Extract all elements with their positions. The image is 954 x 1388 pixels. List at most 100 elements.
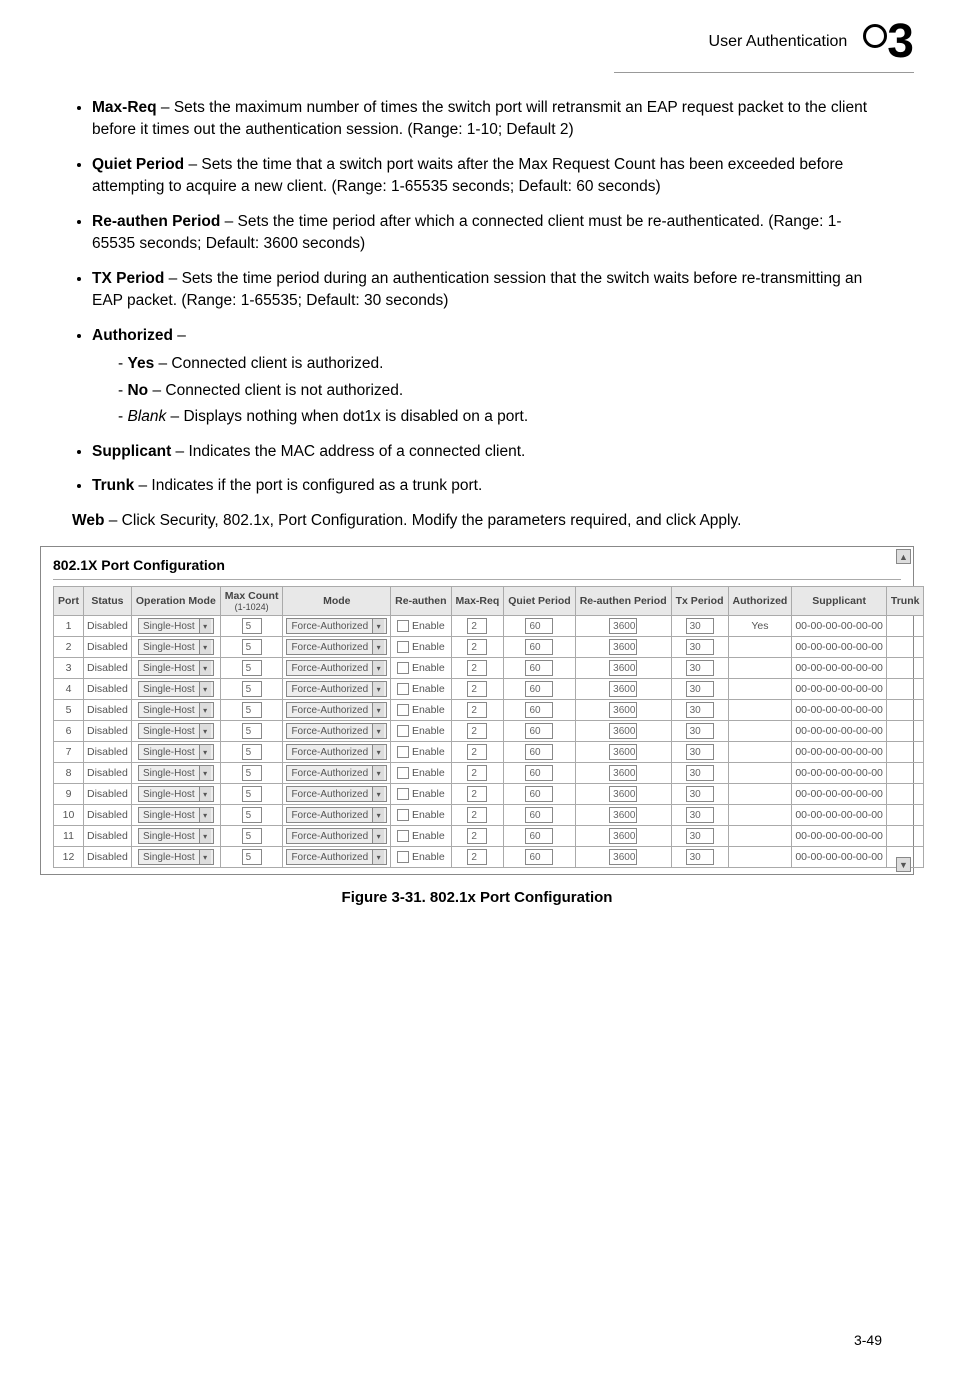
max-req-input[interactable]: 2 <box>467 702 487 718</box>
reauthen-checkbox[interactable] <box>397 662 409 674</box>
tx-period-input[interactable]: 30 <box>686 786 714 802</box>
max-count-input[interactable]: 5 <box>242 849 262 865</box>
reauthen-period-input[interactable]: 3600 <box>609 828 637 844</box>
quiet-period-input[interactable]: 60 <box>525 639 553 655</box>
reauthen-checkbox[interactable] <box>397 746 409 758</box>
reauthen-period-input[interactable]: 3600 <box>609 681 637 697</box>
max-req-input[interactable]: 2 <box>467 660 487 676</box>
max-count-input[interactable]: 5 <box>242 744 262 760</box>
reauthen-period-input[interactable]: 3600 <box>609 765 637 781</box>
operation-mode-select[interactable]: Single-Host▾ <box>138 828 214 844</box>
max-count-input[interactable]: 5 <box>242 828 262 844</box>
max-count-input[interactable]: 5 <box>242 723 262 739</box>
reauthen-period-input[interactable]: 3600 <box>609 660 637 676</box>
reauthen-checkbox[interactable] <box>397 830 409 842</box>
scroll-down-icon[interactable]: ▼ <box>896 857 911 872</box>
reauthen-period-input[interactable]: 3600 <box>609 702 637 718</box>
max-req-input[interactable]: 2 <box>467 786 487 802</box>
quiet-period-input[interactable]: 60 <box>525 849 553 865</box>
operation-mode-select[interactable]: Single-Host▾ <box>138 723 214 739</box>
reauthen-period-input[interactable]: 3600 <box>609 786 637 802</box>
max-req-input[interactable]: 2 <box>467 807 487 823</box>
operation-mode-select[interactable]: Single-Host▾ <box>138 807 214 823</box>
quiet-period-input[interactable]: 60 <box>525 723 553 739</box>
tx-period-input[interactable]: 30 <box>686 723 714 739</box>
mode-select[interactable]: Force-Authorized▾ <box>286 828 387 844</box>
max-count-input[interactable]: 5 <box>242 660 262 676</box>
mode-select[interactable]: Force-Authorized▾ <box>286 744 387 760</box>
max-req-input[interactable]: 2 <box>467 639 487 655</box>
column-header: Max Count(1-1024) <box>220 587 283 616</box>
tx-period-input[interactable]: 30 <box>686 744 714 760</box>
reauthen-checkbox[interactable] <box>397 641 409 653</box>
reauthen-checkbox[interactable] <box>397 851 409 863</box>
reauthen-period-input[interactable]: 3600 <box>609 849 637 865</box>
tx-period-input[interactable]: 30 <box>686 807 714 823</box>
operation-mode-select[interactable]: Single-Host▾ <box>138 681 214 697</box>
reauthen-period-input[interactable]: 3600 <box>609 723 637 739</box>
operation-mode-select[interactable]: Single-Host▾ <box>138 702 214 718</box>
max-count-input[interactable]: 5 <box>242 639 262 655</box>
mode-select[interactable]: Force-Authorized▾ <box>286 723 387 739</box>
max-count-input[interactable]: 5 <box>242 807 262 823</box>
tx-period-input[interactable]: 30 <box>686 681 714 697</box>
operation-mode-select[interactable]: Single-Host▾ <box>138 660 214 676</box>
mode-select[interactable]: Force-Authorized▾ <box>286 702 387 718</box>
reauthen-checkbox[interactable] <box>397 683 409 695</box>
max-req-input[interactable]: 2 <box>467 765 487 781</box>
operation-mode-select[interactable]: Single-Host▾ <box>138 618 214 634</box>
reauthen-period-input[interactable]: 3600 <box>609 744 637 760</box>
mode-select[interactable]: Force-Authorized▾ <box>286 639 387 655</box>
max-req-input[interactable]: 2 <box>467 618 487 634</box>
tx-period-input[interactable]: 30 <box>686 765 714 781</box>
quiet-period-input[interactable]: 60 <box>525 660 553 676</box>
max-count-input[interactable]: 5 <box>242 786 262 802</box>
max-count-input[interactable]: 5 <box>242 618 262 634</box>
quiet-period-input[interactable]: 60 <box>525 765 553 781</box>
quiet-period-input[interactable]: 60 <box>525 681 553 697</box>
operation-mode-select[interactable]: Single-Host▾ <box>138 765 214 781</box>
quiet-period-input[interactable]: 60 <box>525 828 553 844</box>
reauthen-checkbox[interactable] <box>397 767 409 779</box>
tx-period-input[interactable]: 30 <box>686 639 714 655</box>
quiet-period-input[interactable]: 60 <box>525 786 553 802</box>
tx-period-input[interactable]: 30 <box>686 702 714 718</box>
reauthen-checkbox[interactable] <box>397 788 409 800</box>
reauthen-checkbox[interactable] <box>397 809 409 821</box>
mode-select[interactable]: Force-Authorized▾ <box>286 765 387 781</box>
reauthen-checkbox[interactable] <box>397 704 409 716</box>
max-req-input[interactable]: 2 <box>467 849 487 865</box>
quiet-period-input[interactable]: 60 <box>525 807 553 823</box>
mode-select[interactable]: Force-Authorized▾ <box>286 660 387 676</box>
operation-mode-select[interactable]: Single-Host▾ <box>138 744 214 760</box>
mode-select[interactable]: Force-Authorized▾ <box>286 849 387 865</box>
scroll-up-icon[interactable]: ▲ <box>896 549 911 564</box>
max-count-input[interactable]: 5 <box>242 765 262 781</box>
tx-period-input[interactable]: 30 <box>686 660 714 676</box>
operation-mode-select[interactable]: Single-Host▾ <box>138 786 214 802</box>
max-count-input[interactable]: 5 <box>242 702 262 718</box>
reauthen-checkbox[interactable] <box>397 725 409 737</box>
tx-period-input[interactable]: 30 <box>686 849 714 865</box>
reauthen-period-input[interactable]: 3600 <box>609 618 637 634</box>
reauthen-period-input[interactable]: 3600 <box>609 807 637 823</box>
tx-period-input[interactable]: 30 <box>686 618 714 634</box>
column-header: Authorized <box>728 587 792 616</box>
mode-select[interactable]: Force-Authorized▾ <box>286 681 387 697</box>
reauthen-period-input[interactable]: 3600 <box>609 639 637 655</box>
mode-select[interactable]: Force-Authorized▾ <box>286 618 387 634</box>
operation-mode-select[interactable]: Single-Host▾ <box>138 849 214 865</box>
max-req-input[interactable]: 2 <box>467 681 487 697</box>
quiet-period-input[interactable]: 60 <box>525 618 553 634</box>
reauthen-checkbox[interactable] <box>397 620 409 632</box>
mode-select[interactable]: Force-Authorized▾ <box>286 807 387 823</box>
quiet-period-input[interactable]: 60 <box>525 744 553 760</box>
mode-select[interactable]: Force-Authorized▾ <box>286 786 387 802</box>
max-req-input[interactable]: 2 <box>467 828 487 844</box>
operation-mode-select[interactable]: Single-Host▾ <box>138 639 214 655</box>
max-count-input[interactable]: 5 <box>242 681 262 697</box>
max-req-input[interactable]: 2 <box>467 744 487 760</box>
quiet-period-input[interactable]: 60 <box>525 702 553 718</box>
max-req-input[interactable]: 2 <box>467 723 487 739</box>
tx-period-input[interactable]: 30 <box>686 828 714 844</box>
